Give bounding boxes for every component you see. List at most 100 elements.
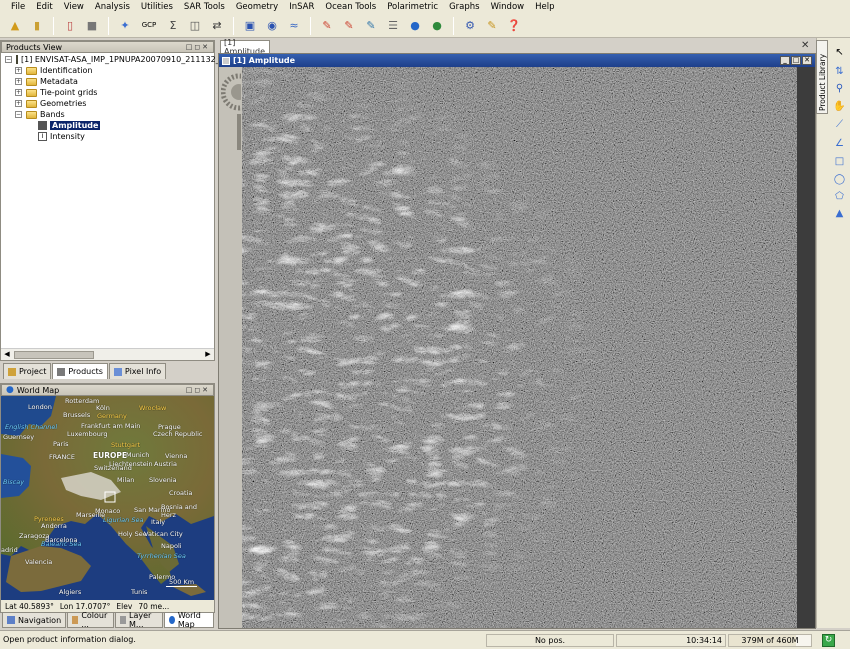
map-label: Munich — [126, 451, 150, 459]
menu-help[interactable]: Help — [530, 0, 560, 14]
range-finder-icon[interactable]: ⇅ — [831, 63, 848, 79]
world-map-view[interactable]: London Rotterdam Köln Wrocław Brussels G… — [1, 396, 214, 600]
expand-icon[interactable]: + — [15, 100, 22, 107]
globe-2-icon[interactable]: ● — [428, 17, 446, 35]
edit-icon[interactable]: ✎ — [483, 17, 501, 35]
close-document-icon[interactable]: ✕ — [801, 40, 809, 51]
band-arithmetic-icon[interactable]: Σ — [164, 17, 182, 35]
polyline-tool-icon[interactable]: ∠ — [831, 135, 848, 151]
image-window-titlebar[interactable]: [1] Amplitude _ □ ✕ — [219, 54, 815, 67]
map-label: Croatia — [169, 489, 193, 497]
gcp-button[interactable]: GCP — [138, 17, 160, 35]
tree-node-geometries[interactable]: + Geometries — [5, 98, 214, 109]
open-product-icon[interactable]: ▲ — [6, 17, 24, 35]
map-label: Paris — [53, 440, 69, 448]
minimize-icon[interactable]: _ — [780, 56, 790, 65]
map-label: Tunis — [131, 588, 148, 596]
menu-view[interactable]: View — [59, 0, 90, 14]
menu-edit[interactable]: Edit — [31, 0, 58, 14]
help-icon[interactable]: ❓ — [505, 17, 523, 35]
menu-graphs[interactable]: Graphs — [444, 0, 486, 14]
menu-polarimetric[interactable]: Polarimetric — [382, 0, 444, 14]
tab-navigation[interactable]: Navigation — [2, 613, 67, 628]
image-canvas[interactable] — [219, 67, 815, 628]
database-icon[interactable]: ◫ — [186, 17, 204, 35]
menu-utilities[interactable]: Utilities — [136, 0, 179, 14]
collapse-icon[interactable]: − — [15, 111, 22, 118]
memory-indicator[interactable]: 379M of 460M — [728, 634, 812, 647]
document-tab-amplitude[interactable]: [1] Amplitude — [220, 38, 270, 56]
scroll-right-icon[interactable]: ▶ — [203, 350, 213, 360]
sar-tool-3-icon[interactable]: ✎ — [362, 17, 380, 35]
map-label: Frankfurt am Main — [81, 422, 141, 430]
zoom-tool-icon[interactable]: ⚲ — [831, 80, 848, 96]
transfer-icon[interactable]: ⇄ — [208, 17, 226, 35]
close-window-icon[interactable]: ✕ — [802, 56, 812, 65]
pin-add-icon[interactable]: ✦ — [116, 17, 134, 35]
gcp-label: GCP — [141, 21, 157, 29]
panel-controls-icon[interactable]: □◻✕ — [186, 43, 210, 51]
expand-icon[interactable]: + — [15, 89, 22, 96]
select-tool-icon[interactable]: ↖ — [831, 44, 848, 60]
tab-project[interactable]: Project — [3, 363, 52, 379]
globe-1-icon[interactable]: ● — [406, 17, 424, 35]
sar-tool-2-icon[interactable]: ✎ — [340, 17, 358, 35]
menu-analysis[interactable]: Analysis — [90, 0, 136, 14]
pin-tool-icon[interactable]: ▲ — [831, 205, 848, 221]
tab-colour-manipulation[interactable]: Colour ... — [67, 611, 115, 629]
pan-zoom-widget[interactable] — [220, 70, 258, 150]
scroll-left-icon[interactable]: ◀ — [2, 350, 12, 360]
scroll-thumb[interactable] — [14, 351, 94, 359]
product-library-tab[interactable]: Product Library — [816, 40, 828, 114]
products-view-panel: Products View □◻✕ − [1] ENVISAT-ASA_IMP_… — [0, 40, 250, 361]
open-folder-icon[interactable]: ▮ — [28, 17, 46, 35]
map-label: Milan — [117, 476, 135, 484]
tab-products[interactable]: Products — [52, 363, 108, 379]
globe-user-icon[interactable]: ◉ — [263, 17, 281, 35]
toolbar-separator — [310, 16, 311, 35]
map-label: Biscay — [3, 478, 25, 486]
menu-insar[interactable]: InSAR — [284, 0, 320, 14]
close-product-icon[interactable]: ▯ — [61, 17, 79, 35]
tree-node-metadata[interactable]: + Metadata — [5, 76, 214, 87]
tree-node-bands[interactable]: − Bands — [5, 109, 214, 120]
tab-world-map[interactable]: World Map — [163, 611, 214, 629]
tab-layer-manager[interactable]: Layer M... — [115, 611, 163, 629]
graph-icon[interactable]: ≈ — [285, 17, 303, 35]
tree-node-tie-point-grids[interactable]: + Tie-point grids — [5, 87, 214, 98]
product-name: [1] ENVISAT-ASA_IMP_1PNUPA20070910_21113… — [21, 55, 251, 64]
band-label: Intensity — [50, 132, 85, 141]
tree-band-amplitude[interactable]: Amplitude — [5, 120, 214, 131]
expand-icon[interactable]: + — [15, 67, 22, 74]
settings-icon[interactable]: ⚙ — [461, 17, 479, 35]
tree-band-intensity[interactable]: I Intensity — [5, 131, 214, 142]
project-icon — [8, 367, 16, 376]
globe-icon — [168, 616, 175, 624]
tree-product-row[interactable]: − [1] ENVISAT-ASA_IMP_1PNUPA20070910_211… — [5, 54, 250, 65]
menu-window[interactable]: Window — [486, 0, 531, 14]
window-icon[interactable]: ▣ — [241, 17, 259, 35]
panel-controls-icon[interactable]: □◻✕ — [186, 386, 210, 394]
garbage-collect-icon[interactable]: ↻ — [822, 634, 835, 647]
pan-tool-icon[interactable]: ✋ — [831, 98, 848, 114]
tree-node-identification[interactable]: + Identification — [5, 65, 214, 76]
rectangle-tool-icon[interactable]: □ — [831, 153, 848, 169]
maximize-icon[interactable]: □ — [791, 56, 801, 65]
save-product-icon[interactable]: ■ — [83, 17, 101, 35]
menu-sar-tools[interactable]: SAR Tools — [179, 0, 231, 14]
line-tool-icon[interactable]: ⟋ — [831, 116, 848, 132]
menu-ocean-tools[interactable]: Ocean Tools — [320, 0, 382, 14]
expand-icon[interactable]: + — [15, 78, 22, 85]
ellipse-tool-icon[interactable]: ◯ — [831, 171, 848, 187]
polygon-tool-icon[interactable]: ⬠ — [831, 188, 848, 204]
sar-tool-1-icon[interactable]: ✎ — [318, 17, 336, 35]
map-labels: London Rotterdam Köln Wrocław Brussels G… — [1, 396, 214, 600]
tree-horizontal-scrollbar[interactable]: ◀ ▶ — [1, 348, 214, 360]
stack-icon[interactable]: ☰ — [384, 17, 402, 35]
toolbar-separator — [53, 16, 54, 35]
menu-geometry[interactable]: Geometry — [231, 0, 284, 14]
collapse-icon[interactable]: − — [5, 56, 12, 63]
map-label: adrid — [1, 546, 18, 554]
tab-pixel-info[interactable]: Pixel Info — [108, 363, 167, 379]
menu-file[interactable]: File — [6, 0, 31, 14]
